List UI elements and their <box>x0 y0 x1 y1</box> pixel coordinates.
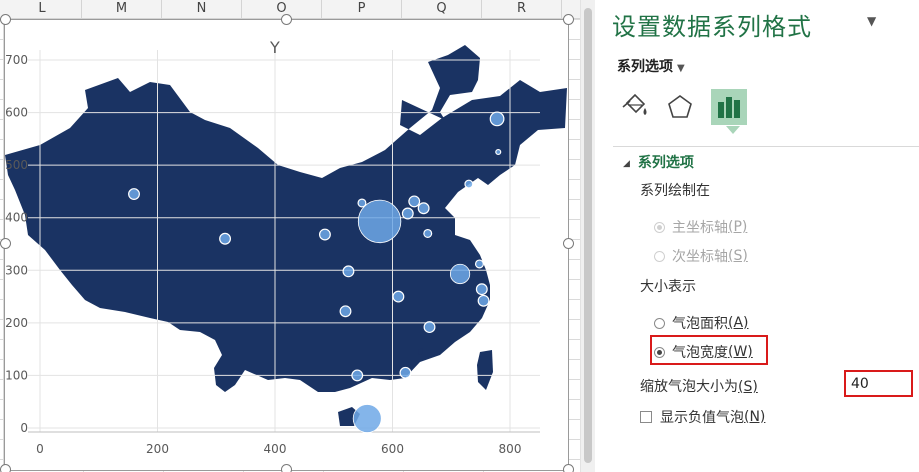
data-bubble[interactable] <box>128 188 140 201</box>
scale-bubble-size-label: 缩放气泡大小为(S) <box>640 376 758 396</box>
bubble-chart[interactable]: 0 100 200 300 400 500 600 700 0 200 400 600 800 <box>0 0 580 472</box>
bubble-width-radio-circle[interactable] <box>654 346 665 358</box>
data-bubble[interactable] <box>423 228 433 238</box>
x-tick-label: 600 <box>381 442 404 456</box>
data-bubble[interactable] <box>351 369 364 382</box>
series-options-dropdown-label: 系列选项 <box>617 59 673 75</box>
data-bubble[interactable] <box>495 148 502 156</box>
spreadsheet-area: L M N O P Q R 0 100 200 300 400 500 600 700 0 200… <box>0 0 580 472</box>
bubble-area-label: 气泡面积 <box>672 316 728 332</box>
y-tick-label: 100 <box>5 368 28 382</box>
primary-axis-radio-circle[interactable] <box>654 221 665 233</box>
data-bubble[interactable] <box>408 195 421 208</box>
resize-handle-left[interactable] <box>0 238 11 249</box>
y-tick-label: 700 <box>5 53 28 67</box>
bubble-width-shortcut: (W) <box>728 344 753 360</box>
secondary-axis-radio-circle[interactable] <box>654 250 665 262</box>
data-bubble[interactable] <box>464 179 474 189</box>
resize-handle-bottom-left[interactable] <box>0 464 11 472</box>
pane-divider <box>613 146 919 147</box>
data-bubble[interactable] <box>339 305 352 318</box>
show-negative-bubbles-checkbox[interactable]: 显示负值气泡 (N) <box>640 407 765 427</box>
data-bubble[interactable] <box>357 199 402 244</box>
y-tick-label: 200 <box>5 316 28 330</box>
data-bubble[interactable] <box>474 259 484 269</box>
scale-bubble-size-shortcut: (S) <box>738 379 758 395</box>
data-bubble[interactable] <box>342 265 355 278</box>
series-options-dropdown[interactable]: 系列选项 ▼ <box>617 56 685 76</box>
y-tick-label: 300 <box>5 263 28 277</box>
data-bubble[interactable] <box>489 111 505 127</box>
y-tick-label: 400 <box>5 211 28 225</box>
scale-bubble-size-text: 缩放气泡大小为 <box>640 379 738 395</box>
pane-options-chevron-icon[interactable]: ▼ <box>867 14 876 28</box>
show-negative-bubbles-box[interactable] <box>640 411 652 423</box>
show-negative-bubbles-label: 显示负值气泡 <box>660 410 744 426</box>
data-bubble[interactable] <box>449 263 471 285</box>
resize-handle-bottom-right[interactable] <box>563 464 574 472</box>
primary-axis-radio[interactable]: 主坐标轴 (P) <box>654 217 747 237</box>
scale-bubble-size-input[interactable] <box>844 370 913 397</box>
secondary-axis-radio[interactable]: 次坐标轴 (S) <box>654 246 748 266</box>
x-tick-label: 0 <box>36 442 44 456</box>
data-bubble[interactable] <box>399 366 412 379</box>
data-bubble[interactable] <box>318 228 331 241</box>
data-bubble[interactable] <box>401 207 414 220</box>
pentagon-icon[interactable] <box>662 89 698 125</box>
data-bubble[interactable] <box>423 321 436 334</box>
bubble-area-shortcut: (A) <box>728 315 749 331</box>
size-represents-label: 大小表示 <box>640 279 696 295</box>
data-bubble[interactable] <box>417 202 430 215</box>
paint-bucket-icon[interactable] <box>617 89 653 125</box>
y-tick-label: 600 <box>5 106 28 120</box>
data-bubble[interactable] <box>219 232 232 245</box>
data-bubble[interactable] <box>392 290 405 303</box>
x-tick-label: 400 <box>264 442 287 456</box>
bubble-area-radio[interactable]: 气泡面积 (A) <box>654 313 749 333</box>
section-series-options-label: 系列选项 <box>637 155 694 171</box>
bubble-width-radio[interactable]: 气泡宽度 (W) <box>654 342 753 362</box>
data-bubble[interactable] <box>352 404 382 433</box>
plot-series-on-label: 系列绘制在 <box>640 183 710 199</box>
data-bubble[interactable] <box>477 294 490 307</box>
bar-chart-icon[interactable] <box>711 89 747 125</box>
y-tick-label: 0 <box>20 421 28 435</box>
resize-handle-right[interactable] <box>563 238 574 249</box>
show-negative-bubbles-shortcut: (N) <box>744 409 766 425</box>
resize-handle-top-right[interactable] <box>563 14 574 25</box>
format-data-series-pane: 设置数据系列格式 ▼ 系列选项 ▼ ◢ 系列选项 系列绘制在 主坐标轴(P) <box>595 0 919 472</box>
vertical-scrollbar[interactable] <box>580 0 595 472</box>
x-tick-label: 800 <box>499 442 522 456</box>
bubble-area-radio-circle[interactable] <box>654 317 665 329</box>
primary-axis-shortcut: (P) <box>728 219 748 235</box>
x-tick-label: 200 <box>146 442 169 456</box>
chart-title[interactable]: Y <box>270 38 280 57</box>
collapse-triangle-icon: ◢ <box>623 159 630 169</box>
resize-handle-bottom[interactable] <box>281 464 292 472</box>
chevron-down-icon: ▼ <box>677 63 685 74</box>
data-bubble[interactable] <box>475 283 488 296</box>
y-tick-label: 500 <box>5 158 28 172</box>
secondary-axis-label: 次坐标轴 <box>672 249 728 265</box>
china-map-image <box>5 45 567 426</box>
scrollbar-thumb[interactable] <box>584 8 592 463</box>
bubble-width-label: 气泡宽度 <box>672 345 728 361</box>
pane-title: 设置数据系列格式 <box>612 13 812 41</box>
resize-handle-top-left[interactable] <box>0 14 11 25</box>
secondary-axis-shortcut: (S) <box>728 248 748 264</box>
section-series-options[interactable]: ◢ 系列选项 <box>623 152 694 172</box>
primary-axis-label: 主坐标轴 <box>672 220 728 236</box>
resize-handle-top[interactable] <box>281 14 292 25</box>
selected-tab-indicator <box>726 126 740 134</box>
